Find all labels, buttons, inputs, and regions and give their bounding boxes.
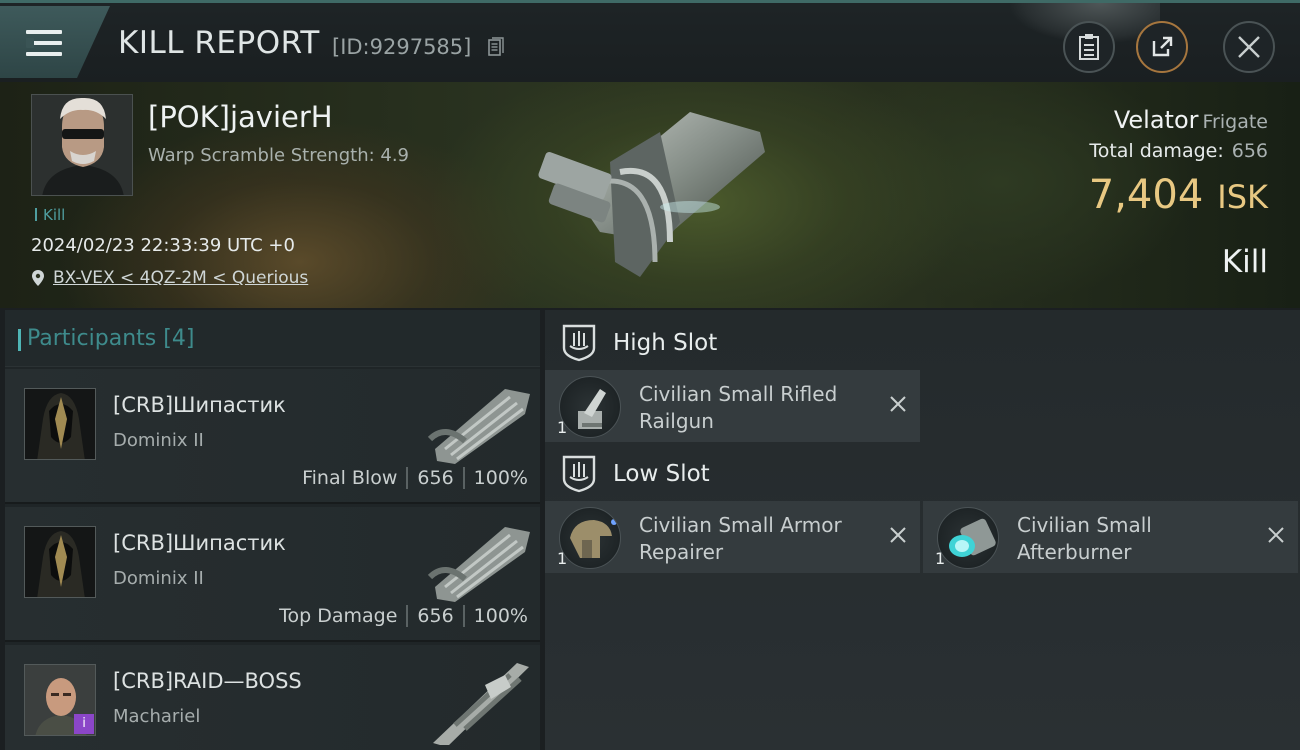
victim-banner: [POK]javierH Warp Scramble Strength: 4.9…	[0, 82, 1300, 308]
clipboard-icon	[1079, 34, 1099, 60]
location-pin-icon	[32, 270, 44, 286]
high-slot-title: High Slot	[613, 330, 718, 356]
participant-avatar	[24, 526, 96, 598]
menu-icon	[26, 30, 62, 58]
total-damage-value: 656	[1231, 140, 1268, 162]
participants-panel: Participants [4] [CRB]Шипастик Dominix I…	[5, 310, 540, 750]
victim-name[interactable]: [POK]javierH	[148, 100, 333, 134]
railgun-icon	[559, 376, 621, 438]
participant-role: Final Blow	[302, 467, 398, 489]
ship-name-text: Velator	[1113, 106, 1199, 134]
victim-ship-render	[538, 112, 765, 277]
participant-avatar: i	[24, 664, 96, 736]
ship-class: Frigate	[1202, 111, 1268, 133]
participant-stats: Final Blow 656 100%	[302, 467, 528, 489]
participant-ship-icon	[433, 663, 529, 745]
participant-avatar	[24, 388, 96, 460]
participant-ship: Dominix II	[113, 430, 204, 451]
page-title: KILL REPORT	[118, 25, 320, 61]
isk-value: 7,404 ISK	[1089, 172, 1268, 218]
low-slot-header: Low Slot	[561, 453, 710, 495]
warp-scramble-strength: Warp Scramble Strength: 4.9	[148, 145, 410, 166]
divider	[406, 605, 409, 627]
shield-slot-icon	[562, 455, 596, 493]
participant-name[interactable]: [CRB]RAID—BOSS	[113, 669, 302, 693]
participant-ship: Machariel	[113, 706, 201, 727]
module-name: Civilian Small Afterburner	[1017, 513, 1152, 564]
participants-count: [4]	[163, 326, 195, 351]
divider	[462, 605, 465, 627]
victim-portrait[interactable]	[31, 94, 133, 196]
isk-amount: 7,404	[1088, 172, 1204, 218]
info-badge[interactable]: i	[74, 714, 94, 734]
remove-x-icon[interactable]	[888, 394, 908, 414]
share-icon	[1152, 36, 1173, 57]
module-item[interactable]: 1 Civilian Small Afterburner	[923, 501, 1298, 573]
shield-slot-icon	[562, 324, 596, 362]
divider	[406, 467, 409, 489]
high-slot-header: High Slot	[561, 322, 717, 364]
close-icon	[1238, 36, 1260, 58]
remove-x-icon[interactable]	[888, 525, 908, 545]
close-button[interactable]	[1223, 21, 1275, 73]
module-quantity: 1	[935, 549, 946, 568]
afterburner-icon	[937, 507, 999, 569]
fitting-panel: High Slot 1 Civilian Small Rifled Railgu…	[545, 310, 1300, 750]
participant-row[interactable]: [CRB]Шипастик Dominix II Final Blow 656 …	[5, 369, 540, 504]
divider	[462, 467, 465, 489]
participants-title: Participants [4]	[17, 326, 195, 351]
participants-title-text: Participants	[27, 326, 157, 351]
victim-ship[interactable]: Velator Frigate	[1114, 106, 1268, 134]
module-name: Civilian Small Armor Repairer	[639, 513, 842, 564]
module-quantity: 1	[557, 418, 568, 437]
participant-percent: 100%	[473, 467, 528, 489]
module-item[interactable]: 1 Civilian Small Armor Repairer	[545, 501, 920, 573]
location-link[interactable]: BX-VEX < 4QZ-2M < Querious	[53, 268, 308, 288]
participant-damage: 656	[417, 467, 454, 489]
header-bar: KILL REPORT [ID:9297585]	[0, 0, 1300, 82]
participant-ship: Dominix II	[113, 568, 204, 589]
total-damage: Total damage: 656	[1089, 140, 1268, 162]
remove-x-icon[interactable]	[1266, 525, 1286, 545]
participant-name[interactable]: [CRB]Шипастик	[113, 393, 286, 417]
kill-timestamp: 2024/02/23 22:33:39 UTC +0	[31, 235, 295, 256]
module-quantity: 1	[557, 549, 568, 568]
clipboard-button[interactable]	[1063, 21, 1115, 73]
module-name: Civilian Small Rifled Railgun	[639, 382, 838, 433]
kill-type-tag: Kill	[35, 206, 65, 224]
participant-row[interactable]: i [CRB]RAID—BOSS Machariel	[5, 645, 540, 750]
isk-unit: ISK	[1217, 178, 1268, 216]
total-damage-label: Total damage:	[1089, 140, 1224, 162]
report-id: [ID:9297585]	[332, 35, 472, 59]
participant-stats: Top Damage 656 100%	[279, 605, 528, 627]
result-label: Kill	[1221, 244, 1268, 280]
low-slot-title: Low Slot	[613, 461, 710, 487]
kill-location[interactable]: BX-VEX < 4QZ-2M < Querious	[31, 268, 308, 288]
participant-ship-icon	[427, 389, 530, 464]
participant-damage: 656	[417, 605, 454, 627]
copy-icon[interactable]	[488, 37, 504, 57]
menu-button[interactable]	[0, 6, 110, 78]
participant-percent: 100%	[473, 605, 528, 627]
participant-role: Top Damage	[279, 605, 398, 627]
participant-name[interactable]: [CRB]Шипастик	[113, 531, 286, 555]
armor-repairer-icon	[559, 507, 621, 569]
participant-ship-icon	[427, 527, 530, 602]
participant-row[interactable]: [CRB]Шипастик Dominix II Top Damage 656 …	[5, 507, 540, 642]
share-button[interactable]	[1136, 21, 1188, 73]
module-item[interactable]: 1 Civilian Small Rifled Railgun	[545, 370, 920, 442]
participants-header: Participants [4]	[5, 310, 540, 367]
